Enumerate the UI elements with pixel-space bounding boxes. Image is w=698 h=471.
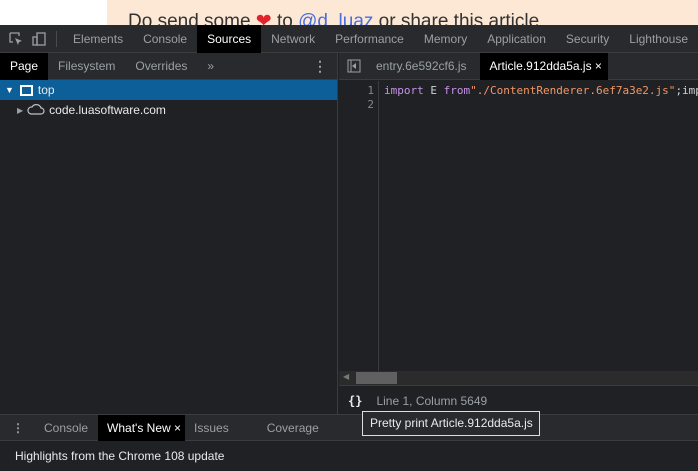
heart-icon: ❤ — [255, 11, 272, 25]
tab-elements[interactable]: Elements — [63, 25, 133, 53]
tab-label: What's New — [107, 420, 171, 435]
editor-status-bar: {} Line 1, Column 5649 — [339, 387, 698, 414]
tree-item-domain[interactable]: ▶ code.luasoftware.com — [0, 100, 337, 120]
tree-item-label: top — [37, 83, 55, 97]
device-toolbar-icon[interactable] — [27, 25, 50, 53]
editor-tab-entry[interactable]: entry.6e592cf6.js — [369, 53, 480, 80]
toggle-navigator-icon[interactable] — [339, 59, 369, 73]
scrollbar-thumb[interactable] — [356, 372, 397, 384]
devtools-main-toolbar: Elements Console Sources Network Perform… — [0, 24, 698, 53]
tab-performance[interactable]: Performance — [325, 25, 414, 53]
cursor-position: Line 1, Column 5649 — [376, 393, 488, 408]
tab-filesystem[interactable]: Filesystem — [48, 53, 125, 80]
line-number: 2 — [367, 98, 374, 111]
drawer-tab-issues[interactable]: Issues — [185, 415, 257, 441]
inspect-element-icon[interactable] — [4, 25, 27, 53]
cloud-icon — [27, 103, 45, 118]
author-link[interactable]: @d_luaz — [298, 11, 373, 25]
pretty-print-button[interactable]: {} — [348, 394, 362, 408]
tree-item-top[interactable]: ▼ top — [0, 80, 337, 100]
collapsed-arrow-icon[interactable]: ▶ — [17, 106, 23, 115]
line-number: 1 — [367, 84, 374, 97]
toolbar-divider — [56, 30, 58, 47]
drawer-tabs: ⋮ Console What's New × Issues Coverage — [0, 414, 698, 441]
drawer-menu-icon[interactable]: ⋮ — [12, 421, 24, 435]
more-options-icon[interactable]: ⋮ — [313, 58, 327, 75]
more-tabs-button[interactable]: » — [197, 53, 224, 80]
close-icon[interactable]: × — [595, 59, 602, 73]
pretty-print-tooltip: Pretty print Article.912dda5a.js — [362, 411, 540, 436]
frame-icon — [19, 84, 33, 96]
tree-item-label: code.luasoftware.com — [49, 103, 166, 117]
tab-label: Article.912dda5a.js — [489, 58, 592, 73]
navigator-tabs: Page Filesystem Overrides » ⋮ — [0, 52, 337, 80]
tab-overrides[interactable]: Overrides — [125, 53, 197, 80]
tab-page[interactable]: Page — [0, 52, 49, 80]
line-gutter: 1 2 — [339, 81, 379, 371]
drawer-tab-coverage[interactable]: Coverage — [257, 415, 329, 441]
tab-memory[interactable]: Memory — [414, 25, 477, 53]
whats-new-content: Highlights from the Chrome 108 update — [0, 441, 698, 465]
expanded-arrow-icon[interactable]: ▼ — [5, 85, 14, 95]
page-background: Do send some ❤ to @d_luaz or share this … — [0, 0, 698, 25]
drawer-tab-whats-new[interactable]: What's New × — [98, 414, 186, 441]
tab-sources[interactable]: Sources — [197, 24, 262, 53]
tab-network[interactable]: Network — [261, 25, 325, 53]
close-icon[interactable]: × — [174, 421, 181, 435]
navigator-pane: Page Filesystem Overrides » ⋮ ▼ top ▶ co… — [0, 52, 338, 414]
editor-tab-article[interactable]: Article.912dda5a.js × — [479, 52, 608, 80]
code-line: import E from"./ContentRenderer.6ef7a3e2… — [384, 84, 698, 97]
tab-security[interactable]: Security — [556, 25, 619, 53]
scroll-left-icon[interactable]: ◀ — [343, 372, 349, 381]
horizontal-scrollbar[interactable]: ◀ — [339, 371, 698, 386]
code-editor[interactable]: 1 2 import E from"./ContentRenderer.6ef7… — [339, 81, 698, 371]
article-banner: Do send some ❤ to @d_luaz or share this … — [107, 0, 698, 25]
article-share-text: Do send some ❤ to @d_luaz or share this … — [128, 10, 539, 25]
tab-application[interactable]: Application — [477, 25, 556, 53]
tab-lighthouse[interactable]: Lighthouse — [619, 25, 698, 53]
tab-console[interactable]: Console — [133, 25, 197, 53]
editor-tabs: entry.6e592cf6.js Article.912dda5a.js × — [339, 52, 698, 80]
drawer-tab-console[interactable]: Console — [34, 415, 98, 441]
